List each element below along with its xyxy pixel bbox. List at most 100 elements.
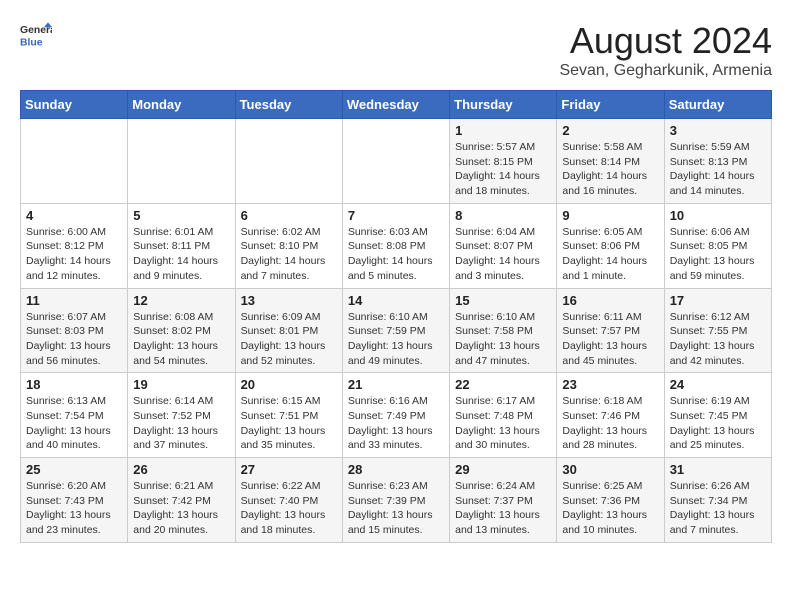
day-info: Sunrise: 6:08 AM Sunset: 8:02 PM Dayligh… (133, 310, 229, 369)
week-row-2: 4Sunrise: 6:00 AM Sunset: 8:12 PM Daylig… (21, 203, 772, 288)
calendar-cell: 7 Sunrise: 6:03 AM Sunset: 8:08 PM Daylig… (342, 203, 449, 288)
day-info: Sunrise: 6:16 AM Sunset: 7:49 PM Dayligh… (348, 394, 444, 453)
day-info: Sunrise: 6:18 AM Sunset: 7:46 PM Dayligh… (562, 394, 658, 453)
calendar-cell: 18Sunrise: 6:13 AM Sunset: 7:54 PM Dayli… (21, 373, 128, 458)
week-row-5: 25 Sunrise: 6:20 AM Sunset: 7:43 PM Dayli… (21, 458, 772, 543)
day-number: 9 (562, 208, 658, 223)
day-info: Sunrise: 5:59 AM Sunset: 8:13 PM Dayligh… (670, 140, 766, 199)
main-title: August 2024 (559, 20, 772, 62)
calendar-cell (128, 119, 235, 204)
logo: General Blue (20, 20, 52, 52)
calendar-cell: 30 Sunrise: 6:25 AM Sunset: 7:36 PM Dayli… (557, 458, 664, 543)
day-info: Sunrise: 6:12 AM Sunset: 7:55 PM Dayligh… (670, 310, 766, 369)
calendar-cell: 1 Sunrise: 5:57 AM Sunset: 8:15 PM Daylig… (450, 119, 557, 204)
day-info: Sunrise: 6:17 AM Sunset: 7:48 PM Dayligh… (455, 394, 551, 453)
day-number: 19 (133, 377, 229, 392)
calendar-cell: 2 Sunrise: 5:58 AM Sunset: 8:14 PM Daylig… (557, 119, 664, 204)
day-info: Sunrise: 6:21 AM Sunset: 7:42 PM Dayligh… (133, 479, 229, 538)
day-number: 12 (133, 293, 229, 308)
day-number: 17 (670, 293, 766, 308)
title-section: August 2024 Sevan, Gegharkunik, Armenia (559, 20, 772, 80)
weekday-header-sunday: Sunday (21, 91, 128, 119)
day-info: Sunrise: 6:10 AM Sunset: 7:59 PM Dayligh… (348, 310, 444, 369)
day-info: Sunrise: 6:25 AM Sunset: 7:36 PM Dayligh… (562, 479, 658, 538)
calendar-cell: 6 Sunrise: 6:02 AM Sunset: 8:10 PM Daylig… (235, 203, 342, 288)
week-row-3: 11 Sunrise: 6:07 AM Sunset: 8:03 PM Dayli… (21, 288, 772, 373)
day-number: 10 (670, 208, 766, 223)
weekday-header-row: SundayMondayTuesdayWednesdayThursdayFrid… (21, 91, 772, 119)
day-info: Sunrise: 5:58 AM Sunset: 8:14 PM Dayligh… (562, 140, 658, 199)
calendar-table: SundayMondayTuesdayWednesdayThursdayFrid… (20, 90, 772, 543)
week-row-1: 1 Sunrise: 5:57 AM Sunset: 8:15 PM Daylig… (21, 119, 772, 204)
calendar-cell: 4Sunrise: 6:00 AM Sunset: 8:12 PM Daylig… (21, 203, 128, 288)
calendar-cell: 3 Sunrise: 5:59 AM Sunset: 8:13 PM Daylig… (664, 119, 771, 204)
calendar-cell: 17 Sunrise: 6:12 AM Sunset: 7:55 PM Dayli… (664, 288, 771, 373)
day-number: 25 (26, 462, 122, 477)
weekday-header-thursday: Thursday (450, 91, 557, 119)
day-number: 27 (241, 462, 337, 477)
calendar-cell: 14 Sunrise: 6:10 AM Sunset: 7:59 PM Dayli… (342, 288, 449, 373)
day-info: Sunrise: 6:26 AM Sunset: 7:34 PM Dayligh… (670, 479, 766, 538)
calendar-cell: 27 Sunrise: 6:22 AM Sunset: 7:40 PM Dayli… (235, 458, 342, 543)
svg-text:Blue: Blue (20, 38, 43, 49)
day-info: Sunrise: 6:09 AM Sunset: 8:01 PM Dayligh… (241, 310, 337, 369)
day-number: 6 (241, 208, 337, 223)
calendar-cell: 21 Sunrise: 6:16 AM Sunset: 7:49 PM Dayli… (342, 373, 449, 458)
calendar-cell (342, 119, 449, 204)
calendar-cell: 8 Sunrise: 6:04 AM Sunset: 8:07 PM Daylig… (450, 203, 557, 288)
day-info: Sunrise: 6:00 AM Sunset: 8:12 PM Dayligh… (26, 225, 122, 284)
day-info: Sunrise: 6:23 AM Sunset: 7:39 PM Dayligh… (348, 479, 444, 538)
day-number: 23 (562, 377, 658, 392)
logo-icon: General Blue (20, 20, 52, 52)
calendar-cell: 19Sunrise: 6:14 AM Sunset: 7:52 PM Dayli… (128, 373, 235, 458)
day-info: Sunrise: 6:05 AM Sunset: 8:06 PM Dayligh… (562, 225, 658, 284)
week-row-4: 18Sunrise: 6:13 AM Sunset: 7:54 PM Dayli… (21, 373, 772, 458)
day-number: 28 (348, 462, 444, 477)
day-number: 8 (455, 208, 551, 223)
weekday-header-tuesday: Tuesday (235, 91, 342, 119)
day-number: 5 (133, 208, 229, 223)
day-number: 7 (348, 208, 444, 223)
weekday-header-monday: Monday (128, 91, 235, 119)
day-number: 11 (26, 293, 122, 308)
day-number: 20 (241, 377, 337, 392)
day-number: 24 (670, 377, 766, 392)
day-number: 31 (670, 462, 766, 477)
calendar-cell: 5 Sunrise: 6:01 AM Sunset: 8:11 PM Daylig… (128, 203, 235, 288)
calendar-cell: 15Sunrise: 6:10 AM Sunset: 7:58 PM Dayli… (450, 288, 557, 373)
day-number: 14 (348, 293, 444, 308)
calendar-cell: 25 Sunrise: 6:20 AM Sunset: 7:43 PM Dayli… (21, 458, 128, 543)
day-number: 2 (562, 123, 658, 138)
day-info: Sunrise: 6:06 AM Sunset: 8:05 PM Dayligh… (670, 225, 766, 284)
calendar-cell: 12 Sunrise: 6:08 AM Sunset: 8:02 PM Dayli… (128, 288, 235, 373)
calendar-cell: 11 Sunrise: 6:07 AM Sunset: 8:03 PM Dayli… (21, 288, 128, 373)
day-info: Sunrise: 6:07 AM Sunset: 8:03 PM Dayligh… (26, 310, 122, 369)
day-info: Sunrise: 6:04 AM Sunset: 8:07 PM Dayligh… (455, 225, 551, 284)
calendar-cell: 20 Sunrise: 6:15 AM Sunset: 7:51 PM Dayli… (235, 373, 342, 458)
day-info: Sunrise: 5:57 AM Sunset: 8:15 PM Dayligh… (455, 140, 551, 199)
day-info: Sunrise: 6:02 AM Sunset: 8:10 PM Dayligh… (241, 225, 337, 284)
day-number: 16 (562, 293, 658, 308)
calendar-cell: 9 Sunrise: 6:05 AM Sunset: 8:06 PM Daylig… (557, 203, 664, 288)
day-number: 1 (455, 123, 551, 138)
day-info: Sunrise: 6:03 AM Sunset: 8:08 PM Dayligh… (348, 225, 444, 284)
day-info: Sunrise: 6:15 AM Sunset: 7:51 PM Dayligh… (241, 394, 337, 453)
subtitle: Sevan, Gegharkunik, Armenia (559, 62, 772, 80)
day-info: Sunrise: 6:22 AM Sunset: 7:40 PM Dayligh… (241, 479, 337, 538)
calendar-cell: 13 Sunrise: 6:09 AM Sunset: 8:01 PM Dayli… (235, 288, 342, 373)
day-number: 26 (133, 462, 229, 477)
day-number: 21 (348, 377, 444, 392)
day-number: 22 (455, 377, 551, 392)
day-info: Sunrise: 6:01 AM Sunset: 8:11 PM Dayligh… (133, 225, 229, 284)
day-number: 15 (455, 293, 551, 308)
calendar-cell: 29Sunrise: 6:24 AM Sunset: 7:37 PM Dayli… (450, 458, 557, 543)
day-info: Sunrise: 6:11 AM Sunset: 7:57 PM Dayligh… (562, 310, 658, 369)
weekday-header-friday: Friday (557, 91, 664, 119)
day-number: 13 (241, 293, 337, 308)
weekday-header-saturday: Saturday (664, 91, 771, 119)
day-number: 3 (670, 123, 766, 138)
day-info: Sunrise: 6:20 AM Sunset: 7:43 PM Dayligh… (26, 479, 122, 538)
day-number: 30 (562, 462, 658, 477)
day-info: Sunrise: 6:13 AM Sunset: 7:54 PM Dayligh… (26, 394, 122, 453)
calendar-cell: 22 Sunrise: 6:17 AM Sunset: 7:48 PM Dayli… (450, 373, 557, 458)
